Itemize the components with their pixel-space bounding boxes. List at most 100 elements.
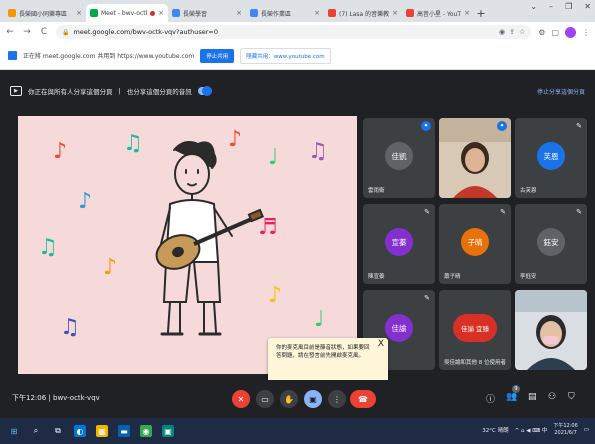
music-note-icon: ♪: [78, 188, 93, 214]
chat-icon[interactable]: ▤: [528, 392, 537, 402]
mic-muted-icon: ✎: [424, 208, 430, 216]
meet-control-bar: 下午12:06 | bwv-octk-vqv ✕ ▭ ✋ ▣ ⋮ ☎ ⓘ 👥 9…: [0, 380, 595, 418]
reload-icon[interactable]: C: [39, 27, 49, 37]
leave-call-button[interactable]: ☎: [350, 390, 376, 408]
windows-start-icon[interactable]: ⊞: [8, 425, 20, 437]
participant-group-avatars: 佳諭 宜臻: [453, 314, 497, 342]
new-tab-button[interactable]: +: [474, 4, 488, 22]
lock-icon[interactable]: 🔒: [62, 29, 69, 36]
switch-share-button[interactable]: 隱藏共用：www.youtube.com: [240, 47, 331, 64]
presented-video-stage: ♪ ♫ ♪ ♩ ♫ ♪ ♫ ♪ ♬ ♪ ♫ ♩: [18, 116, 357, 374]
stop-sharing-button[interactable]: 停止共用: [200, 48, 235, 63]
store-icon[interactable]: ▬: [118, 425, 130, 437]
forward-arrow-icon[interactable]: →: [22, 27, 32, 37]
music-note-icon: ♪: [53, 138, 68, 164]
tab-sharing-banner: 正在將 meet.google.com 共用到 https://www.yout…: [0, 42, 595, 70]
participant-tile-others[interactable]: 佳諭 宜臻 吳佳諭和其他 8 位使用者: [439, 290, 511, 370]
extensions-icon[interactable]: ⚙: [538, 28, 545, 37]
raise-hand-button[interactable]: ✋: [280, 390, 298, 408]
participant-tile-video[interactable]: ⦁: [439, 118, 511, 198]
maximize-button[interactable]: ❐: [565, 2, 572, 11]
camera-in-use-icon[interactable]: ◉: [499, 28, 505, 36]
system-clock[interactable]: 下午12:06 2021/6/7: [553, 423, 577, 437]
browser-toolbar: ← → C 🔒 meet.google.com/bwv-octk-vqv?aut…: [0, 22, 595, 42]
meeting-time: 下午12:06: [12, 394, 47, 402]
participant-tile-video[interactable]: [515, 290, 587, 370]
more-options-button[interactable]: ⋮: [328, 390, 346, 408]
search-icon[interactable]: ⌕: [30, 425, 42, 437]
music-note-icon: ♩: [314, 306, 325, 332]
sharing-message: 正在將 meet.google.com 共用到 https://www.yout…: [23, 53, 195, 60]
participant-tile[interactable]: ✎ 子晴 蕭子晴: [439, 204, 511, 284]
participant-avatar: 佳諭: [385, 314, 413, 342]
tab-6[interactable]: 高音小星 - YouT ×: [402, 4, 474, 22]
share-audio-text: 也分享這個分頁的音訊: [126, 88, 192, 96]
tab-close-icon[interactable]: ×: [392, 9, 398, 17]
presenting-text: 你正在與所有人分享這個分頁: [28, 88, 113, 96]
address-bar[interactable]: 🔒 meet.google.com/bwv-octk-vqv?authuser=…: [56, 25, 532, 39]
participant-tile[interactable]: ✎ 宣蓁 陳宣蓁: [363, 204, 435, 284]
tab-4[interactable]: 長榮作業區 ×: [246, 4, 324, 22]
participant-tile[interactable]: ⦁ 佳凱 雲雨衛: [363, 118, 435, 198]
participant-tile[interactable]: ✎ 芙恩 古芙恩: [515, 118, 587, 198]
present-button[interactable]: ▣: [304, 390, 322, 408]
system-tray: 32°C 晴朗 ^ ⌂ ◀ ⌨ 中 下午12:06 2021/6/7 ▭: [482, 423, 589, 437]
participant-video-feed: [515, 290, 587, 370]
meet-app-icon[interactable]: ▣: [162, 425, 174, 437]
mic-off-button[interactable]: ✕: [232, 390, 250, 408]
url-text: meet.google.com/bwv-octk-vqv?authuser=0: [73, 28, 218, 36]
notifications-icon[interactable]: ▭: [584, 427, 589, 433]
camera-off-button[interactable]: ▭: [256, 390, 274, 408]
people-icon[interactable]: 👥: [506, 392, 517, 402]
participant-avatar: 宣蓁: [385, 228, 413, 256]
side-panel-icon[interactable]: ▢: [551, 28, 559, 37]
activities-icon[interactable]: ⚇: [548, 392, 556, 402]
tab-close-icon[interactable]: ×: [314, 9, 320, 17]
clock-time: 下午12:06: [553, 423, 578, 429]
tab-close-icon[interactable]: ×: [236, 9, 242, 17]
screen: 長榮國小同樂專區 × Meet - bwv-octk × 長榮學習 × 長榮作業…: [0, 0, 595, 444]
tab-close-icon[interactable]: ×: [464, 9, 470, 17]
music-note-icon: ♪: [268, 282, 283, 308]
weather-text[interactable]: 32°C 晴朗: [482, 426, 508, 434]
tray-icons[interactable]: ^ ⌂ ◀ ⌨ 中: [515, 426, 548, 434]
browser-tab-strip: 長榮國小同樂專區 × Meet - bwv-octk × 長榮學習 × 長榮作業…: [0, 0, 595, 22]
window-controls: ⌄ – ❐ ✕: [530, 2, 591, 11]
participant-avatar: 芙恩: [537, 142, 565, 170]
tab-5[interactable]: (7) Lasa 的音樂教室 ×: [324, 4, 402, 22]
bookmark-star-icon[interactable]: ☆: [519, 28, 525, 36]
profile-avatar[interactable]: [565, 26, 576, 38]
tab-search-icon[interactable]: ⌄: [530, 2, 537, 11]
tab-close-icon[interactable]: ×: [158, 9, 164, 17]
divider: |: [48, 394, 51, 402]
participant-tile[interactable]: ✎ 鈺安 李鈺安: [515, 204, 587, 284]
minimize-button[interactable]: –: [549, 2, 553, 11]
menu-kebab-icon[interactable]: ⋮: [582, 28, 590, 37]
sharing-icon: [8, 51, 17, 60]
share-audio-toggle[interactable]: [197, 86, 212, 96]
file-explorer-icon[interactable]: ▦: [96, 425, 108, 437]
popup-close-button[interactable]: X: [378, 340, 384, 349]
stop-presenting-button[interactable]: 停止分享這個分頁: [537, 87, 585, 96]
tab-close-icon[interactable]: ×: [76, 9, 82, 17]
back-arrow-icon[interactable]: ←: [5, 27, 15, 37]
tab-meet-active[interactable]: Meet - bwv-octk ×: [86, 4, 168, 22]
tab-title: Meet - bwv-octk: [101, 9, 148, 17]
tab-favicon-icon: [250, 9, 258, 17]
youtube-favicon-icon: [328, 9, 336, 17]
host-controls-icon[interactable]: ⛉: [568, 392, 575, 402]
tab-title: 長榮作業區: [261, 10, 292, 18]
music-note-icon: ♫: [60, 314, 80, 340]
chrome-icon[interactable]: ◉: [140, 425, 152, 437]
share-icon[interactable]: ⇪: [509, 28, 515, 36]
task-view-icon[interactable]: ⧉: [52, 425, 64, 437]
tab-3[interactable]: 長榮學習 ×: [168, 4, 246, 22]
close-window-button[interactable]: ✕: [584, 2, 591, 11]
edge-icon[interactable]: ◐: [74, 425, 86, 437]
tab-1[interactable]: 長榮國小同樂專區 ×: [4, 4, 86, 22]
info-icon[interactable]: ⓘ: [486, 392, 495, 405]
meeting-code: bwv-octk-vqv: [53, 394, 100, 402]
divider: |: [118, 87, 121, 95]
participant-avatar: 鈺安: [537, 228, 565, 256]
tab-title: 高音小星 - YouT: [417, 10, 461, 18]
